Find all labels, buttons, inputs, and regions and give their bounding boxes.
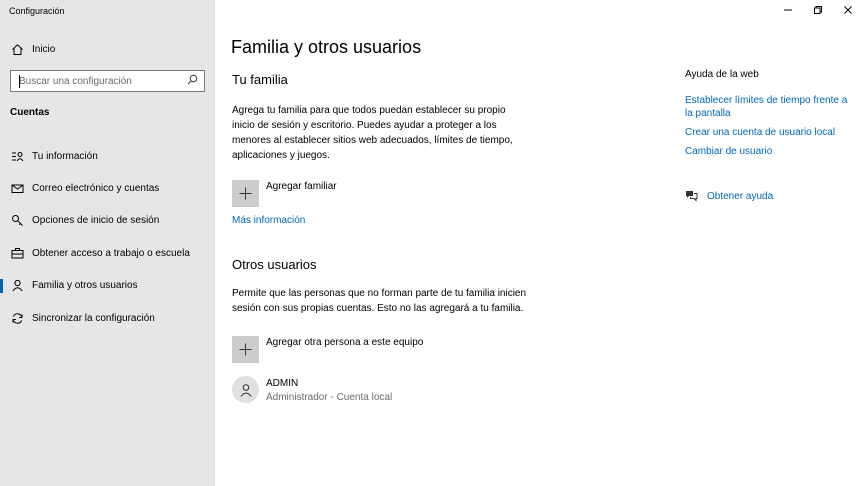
user-account-admin[interactable]: ADMIN Administrador - Cuenta local [232,376,392,403]
help-link-screen-time[interactable]: Establecer límites de tiempo frente a la… [685,94,850,120]
sidebar-item-work[interactable]: Obtener acceso a trabajo o escuela [0,237,215,269]
add-other-user-button[interactable]: Agregar otra persona a este equipo [232,336,423,363]
user-account-type: Administrador - Cuenta local [266,392,393,403]
search-box[interactable] [10,70,205,92]
mail-icon [10,182,24,196]
sidebar-item-home[interactable]: Inicio [10,40,55,58]
plus-icon [232,180,259,207]
close-icon [843,2,853,20]
others-description: Permite que las personas que no forman p… [232,288,527,314]
minimize-button[interactable] [773,0,803,22]
home-icon [10,42,24,56]
more-info-link[interactable]: Más información [232,215,305,226]
help-heading: Ayuda de la web [685,69,759,80]
help-links: Establecer límites de tiempo frente a la… [685,94,850,164]
restore-button[interactable] [803,0,833,22]
sidebar: Configuración Inicio Cuentas Tu informac… [0,0,215,486]
get-help-label: Obtener ayuda [707,190,774,202]
page-title: Familia y otros usuarios [231,37,422,57]
person-icon [10,279,24,293]
sidebar-item-your-info[interactable]: Tu información [0,140,215,172]
sidebar-item-signin[interactable]: Opciones de inicio de sesión [0,205,215,237]
sidebar-item-label: Obtener acceso a trabajo o escuela [32,247,190,259]
close-button[interactable] [833,0,863,22]
others-heading: Otros usuarios [232,257,317,272]
home-label: Inicio [32,43,56,55]
family-description: Agrega tu familia para que todos puedan … [232,105,513,161]
plus-icon [232,336,259,363]
sidebar-item-email[interactable]: Correo electrónico y cuentas [0,172,215,204]
get-help-link[interactable]: Obtener ayuda [685,190,773,202]
sync-icon [10,311,24,325]
text-caret [19,75,20,88]
briefcase-icon [10,246,24,260]
family-heading: Tu familia [232,72,288,87]
minimize-icon [783,2,793,20]
search-icon[interactable] [187,72,198,90]
app-title: Configuración [9,6,65,16]
key-icon [10,214,24,228]
add-other-user-label: Agregar otra persona a este equipo [266,337,424,348]
search-input[interactable] [19,75,187,87]
sidebar-item-label: Familia y otros usuarios [32,280,138,292]
sidebar-nav: Tu información Correo electrónico y cuen… [0,140,215,334]
sidebar-item-label: Opciones de inicio de sesión [32,215,160,227]
avatar [232,376,259,403]
user-name: ADMIN [266,378,299,389]
person-card-icon [10,149,24,163]
help-link-switch-user[interactable]: Cambiar de usuario [685,145,850,158]
restore-icon [813,2,823,20]
sidebar-item-label: Correo electrónico y cuentas [32,183,160,195]
add-family-label: Agregar familiar [266,181,337,192]
chat-help-icon [685,190,698,202]
help-link-local-account[interactable]: Crear una cuenta de usuario local [685,126,850,139]
section-title: Cuentas [10,107,50,118]
add-family-button[interactable]: Agregar familiar [232,180,337,207]
sidebar-item-label: Sincronizar la configuración [32,312,155,324]
sidebar-item-sync[interactable]: Sincronizar la configuración [0,302,215,334]
sidebar-item-family[interactable]: Familia y otros usuarios [0,270,215,302]
sidebar-item-label: Tu información [32,150,98,162]
